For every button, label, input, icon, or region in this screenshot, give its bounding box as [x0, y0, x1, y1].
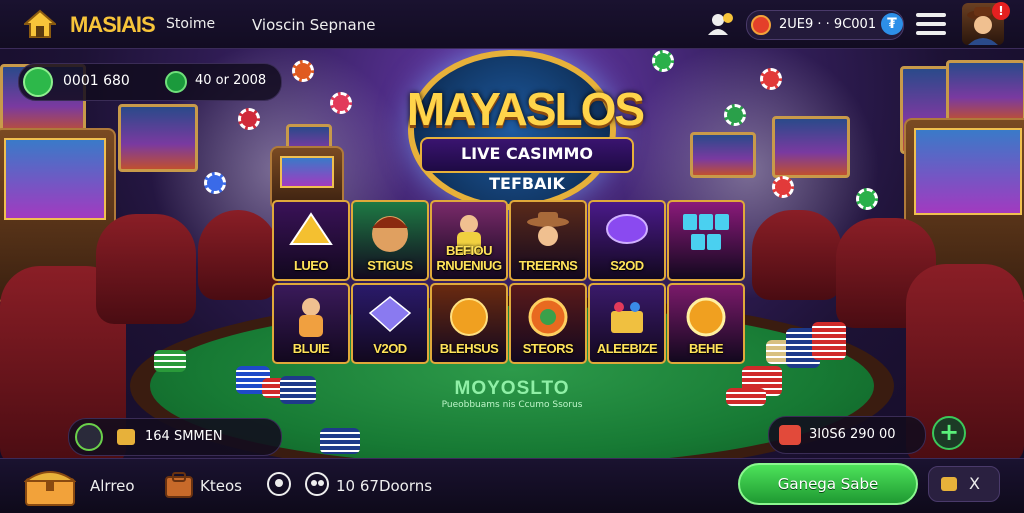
game-tile[interactable]: LUEO — [272, 200, 350, 281]
treasure-chest-icon[interactable] — [22, 463, 78, 511]
game-tile-label: S2OD — [610, 258, 644, 273]
flying-chip — [856, 188, 878, 210]
game-art-icon — [684, 295, 728, 343]
wall-screen — [772, 116, 850, 178]
currency-balance[interactable]: 2UE9 · · 9C001 ₮ — [746, 10, 904, 40]
friends-circle-icon[interactable] — [304, 471, 330, 503]
game-art-icon — [447, 295, 491, 343]
close-label: X — [969, 474, 980, 493]
game-tile-label: BLUIE — [292, 341, 330, 356]
chip-balance-value: 3I0S6 290 00 — [809, 427, 896, 442]
game-art-icon — [289, 212, 333, 250]
refresh-icon — [75, 423, 103, 451]
table-title: MOYOSLTO — [454, 378, 570, 399]
chip-stack — [154, 350, 186, 372]
wall-screen — [690, 132, 756, 178]
game-tile[interactable]: STIGUS — [351, 200, 429, 281]
chip-stack — [812, 322, 846, 360]
game-tile[interactable]: STEORS — [509, 283, 587, 364]
game-tile[interactable]: BLEHSUS — [430, 283, 508, 364]
bonus-value: 164 SMMEN — [145, 429, 223, 444]
flying-chip — [772, 176, 794, 198]
game-tile-label: BEHE — [688, 341, 724, 356]
game-art-icon — [368, 295, 412, 337]
wall-screen — [946, 60, 1024, 124]
nav-label-3[interactable]: 10 67Doorns — [336, 477, 432, 495]
game-tile[interactable]: ALEEBIZE — [588, 283, 666, 364]
coin-icon — [751, 15, 771, 35]
close-button[interactable]: X — [928, 466, 1000, 502]
chip-stack — [726, 388, 766, 406]
gem-count: 0001 680 — [63, 73, 130, 89]
game-tile[interactable]: S2OD — [588, 200, 666, 281]
game-tile-label: V2OD — [373, 341, 407, 356]
chip-balance-pill[interactable]: 3I0S6 290 00 — [768, 416, 926, 454]
wall-screen — [118, 104, 198, 172]
shop-bag-icon[interactable] — [164, 471, 194, 503]
game-tile[interactable]: TREERNS — [509, 200, 587, 281]
game-grid: LUEO STIGUS BEFIOU RNUENIUG TREERNS S2OD BLUI… — [270, 198, 750, 368]
game-tile-label: LUEO — [293, 258, 329, 273]
game-tile-label: STEORS — [522, 341, 574, 356]
game-art-icon — [526, 295, 570, 343]
add-currency-button[interactable]: ₮ — [881, 13, 903, 35]
gift-icon — [779, 425, 801, 445]
nav-label-1[interactable]: Alrreo — [90, 477, 135, 495]
flying-chip — [292, 60, 314, 82]
chair — [752, 210, 842, 300]
game-tile-label: TREERNS — [518, 258, 578, 273]
nav-label-2[interactable]: Kteos — [200, 477, 242, 495]
hamburger-menu-icon[interactable] — [916, 13, 946, 35]
logo-subtitle: LIVE CASIMMO TEFBAIK — [420, 137, 634, 193]
game-art-icon — [605, 212, 649, 250]
player-stats: 0001 680 40 or 2008 — [18, 63, 282, 101]
flying-chip — [238, 108, 260, 130]
game-art-icon — [291, 295, 331, 343]
game-tile-label: BLEHSUS — [439, 341, 499, 356]
camera-icon — [941, 477, 957, 491]
add-chips-button[interactable]: + — [932, 416, 966, 450]
home-icon[interactable] — [22, 9, 58, 39]
chair — [198, 210, 278, 300]
currency-value: 2UE9 · · 9C001 — [779, 17, 877, 32]
top-menu-link[interactable]: Vioscin Sepnane — [252, 16, 376, 34]
table-subtitle: Pueobbuams nis Ccumo Ssorus — [441, 400, 583, 410]
chip-stack — [280, 376, 316, 404]
game-art-icon — [368, 212, 412, 260]
top-bar: MASIAIS Stoime Vioscin Sepnane 2UE9 · · … — [0, 0, 1024, 49]
flying-chip — [330, 92, 352, 114]
game-tile[interactable]: BEHE — [667, 283, 745, 364]
chair — [96, 214, 196, 324]
location-pin-icon[interactable] — [266, 471, 292, 503]
bottom-bar: Alrreo Kteos 10 67Doorns Ganega Sabe X — [0, 458, 1024, 513]
brand-name: MASIAIS — [70, 12, 156, 37]
flying-chip — [724, 104, 746, 126]
game-tile-label: BEFIOU RNUENIUG — [436, 243, 502, 273]
brand-subtitle: Stoime — [166, 16, 216, 32]
ticket-icon — [117, 429, 135, 445]
clover-icon — [165, 71, 187, 93]
game-art-icon — [681, 212, 731, 256]
game-art-icon — [603, 295, 651, 339]
notification-badge[interactable]: ! — [992, 2, 1010, 20]
game-tile-label: ALEEBIZE — [596, 341, 658, 356]
game-tile[interactable]: BLUIE — [272, 283, 350, 364]
game-tile-label: STIGUS — [367, 258, 413, 273]
friends-icon[interactable] — [706, 11, 734, 37]
game-tile[interactable]: V2OD — [351, 283, 429, 364]
flying-chip — [204, 172, 226, 194]
flying-chip — [760, 68, 782, 90]
game-art-icon — [525, 212, 571, 260]
flying-chip — [652, 50, 674, 72]
chip-stack — [320, 428, 360, 454]
cta-button[interactable]: Ganega Sabe — [738, 463, 918, 505]
logo-title: MAYASLOS — [406, 83, 645, 135]
gem-icon — [23, 67, 53, 97]
bonus-pill[interactable]: 164 SMMEN — [68, 418, 282, 456]
game-tile[interactable] — [667, 200, 745, 281]
game-tile[interactable]: BEFIOU RNUENIUG — [430, 200, 508, 281]
coin-count: 40 or 2008 — [195, 73, 267, 88]
